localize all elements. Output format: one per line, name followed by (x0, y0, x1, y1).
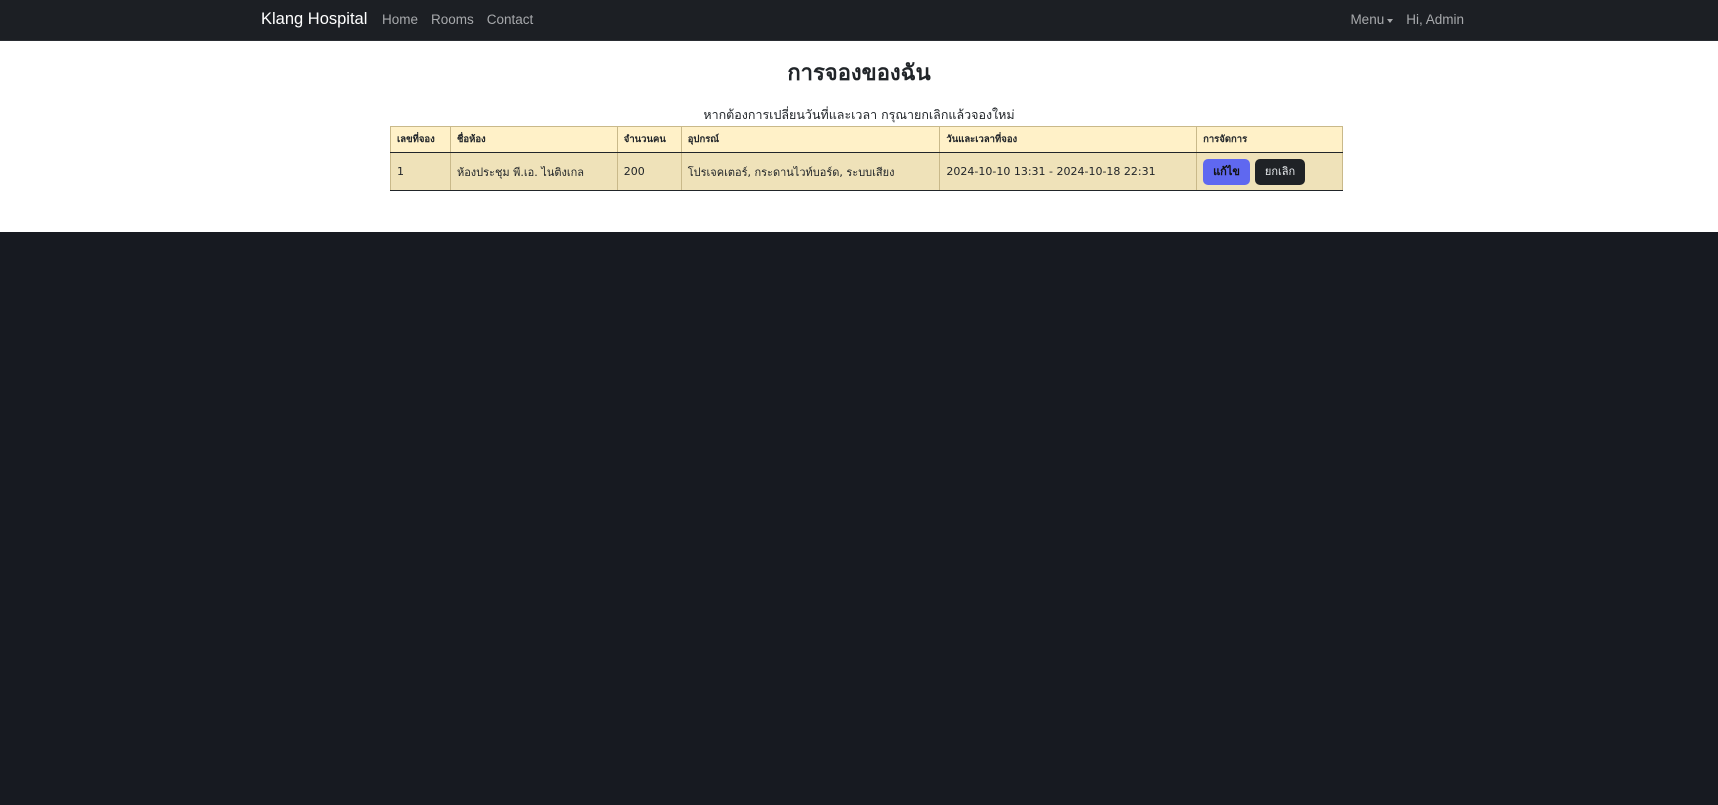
edit-button[interactable]: แก้ไข (1203, 158, 1250, 185)
col-header-datetime: วันและเวลาที่จอง (939, 126, 1198, 153)
equipment-cell: โปรเจคเตอร์, กระดานไวท์บอร์ด, ระบบเสียง (680, 152, 941, 191)
nav-link-rooms[interactable]: Rooms (431, 12, 474, 28)
actions-cell: แก้ไข ยกเลิก (1196, 152, 1343, 191)
table-row: 1 ห้องประชุม พี.เอ. ไนติงเกล 200 โปรเจคเ… (390, 152, 1343, 191)
col-header-booking-id: เลขที่จอง (390, 126, 451, 153)
caret-down-icon (1387, 18, 1394, 23)
datetime-cell: 2024-10-10 13:31 - 2024-10-18 22:31 (939, 152, 1198, 191)
menu-dropdown-toggle[interactable]: Menu (1350, 12, 1394, 28)
room-name-cell: ห้องประชุม พี.เอ. ไนติงเกล (449, 152, 618, 191)
nav-link-home[interactable]: Home (382, 12, 418, 28)
col-header-actions: การจัดการ (1196, 126, 1343, 153)
capacity-cell: 200 (616, 152, 682, 191)
booking-id-cell: 1 (390, 152, 451, 191)
user-greeting: Hi, Admin (1406, 12, 1464, 27)
brand-link[interactable]: Klang Hospital (261, 9, 367, 29)
nav-link-contact[interactable]: Contact (487, 12, 534, 28)
page-title: การจองของฉัน (787, 61, 931, 86)
notice-text: หากต้องการเปลี่ยนวันที่และเวลา กรุณายกเล… (703, 107, 1015, 122)
cancel-button[interactable]: ยกเลิก (1254, 158, 1306, 185)
table-header-row: เลขที่จอง ชื่อห้อง จำนวนคน อุปกรณ์ วันแล… (390, 126, 1343, 153)
nav-right: Menu Hi, Admin (1350, 12, 1464, 28)
col-header-room-name: ชื่อห้อง (449, 126, 618, 153)
top-navbar: Klang Hospital Home Rooms Contact Menu H… (0, 0, 1718, 41)
menu-label: Menu (1350, 12, 1385, 27)
bookings-table: เลขที่จอง ชื่อห้อง จำนวนคน อุปกรณ์ วันแล… (390, 126, 1343, 191)
col-header-equipment: อุปกรณ์ (680, 126, 941, 153)
col-header-capacity: จำนวนคน (616, 126, 682, 153)
main-content: การจองของฉัน หากต้องการเปลี่ยนวันที่และเ… (0, 41, 1718, 232)
nav-links: Home Rooms Contact (382, 12, 533, 28)
